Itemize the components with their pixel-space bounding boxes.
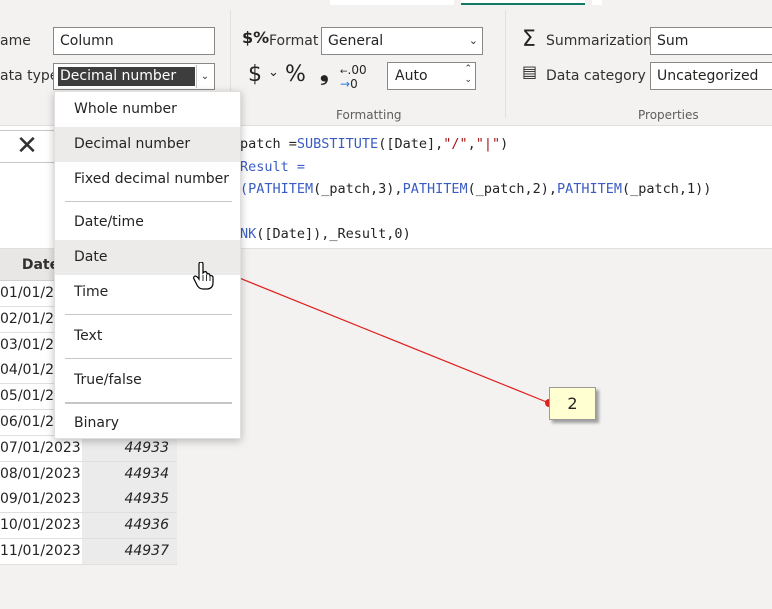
- option-binary[interactable]: Binary: [55, 406, 240, 441]
- option-text[interactable]: Text: [55, 319, 240, 354]
- arrow-line: [221, 270, 550, 404]
- menu-divider: [65, 358, 232, 359]
- option-whole-number[interactable]: Whole number: [55, 92, 240, 127]
- menu-divider: [65, 314, 232, 315]
- menu-divider: [65, 201, 232, 202]
- option-fixed-decimal-number[interactable]: Fixed decimal number: [55, 162, 240, 197]
- option-decimal-number[interactable]: Decimal number: [55, 127, 240, 162]
- hand-cursor-icon: [193, 262, 214, 290]
- menu-divider: [65, 402, 232, 404]
- option-date-time[interactable]: Date/time: [55, 205, 240, 240]
- step-callout: 2: [549, 387, 596, 420]
- option-true-false[interactable]: True/false: [55, 363, 240, 398]
